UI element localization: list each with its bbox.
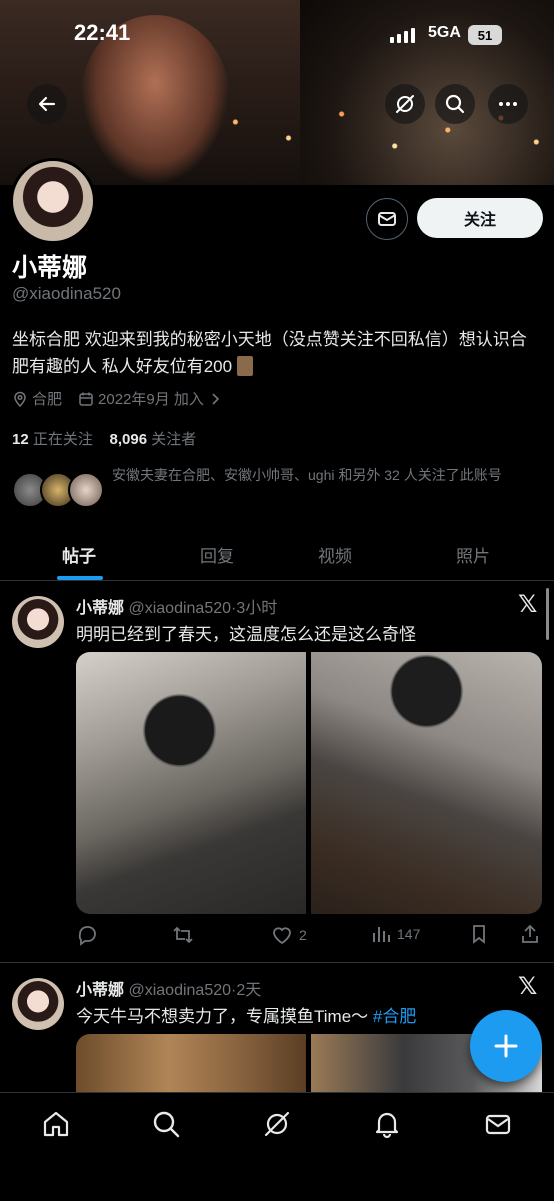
tab-active-indicator [57,576,103,580]
location-icon [14,391,26,407]
views-action[interactable]: 147 [371,924,420,944]
tab-posts[interactable]: 帖子 [62,542,96,567]
tab-videos[interactable]: 视频 [318,542,352,567]
message-button[interactable] [366,198,408,240]
post-text: 今天牛马不想卖力了，专属摸鱼Time～ #合肥 [76,1002,416,1027]
mutual-followers-text: 安徽夫妻在合肥、安徽小帅哥、ughi 和另外 32 人关注了此账号 [112,467,502,483]
post-divider [0,962,554,963]
post-avatar[interactable] [12,596,64,648]
bookmark-icon [473,925,485,944]
more-icon [499,102,517,106]
views-icon [373,927,390,942]
like-action[interactable]: 2 [271,924,307,946]
mail-icon [378,212,396,226]
views-count: 147 [397,926,421,942]
post-handle-time: @xiaodina520·2天 [128,982,262,999]
nav-search[interactable] [151,1109,181,1139]
tab-replies[interactable]: 回复 [200,542,234,567]
status-time: 22:41 [74,20,131,45]
back-arrow-icon [38,96,56,112]
calendar-icon [79,392,93,406]
display-name: 小蒂娜 [12,254,88,282]
joined-text: 2022年9月 加入 [98,391,204,408]
follow-counts: 12 正在关注 8,096 关注者 [12,428,196,449]
following-link[interactable]: 12 正在关注 [12,431,93,448]
hashtag-link[interactable]: #合肥 [373,1007,416,1026]
followers-link[interactable]: 8,096 关注者 [110,431,197,448]
nav-notifications[interactable] [372,1109,402,1139]
post-media[interactable] [76,652,542,914]
reply-action[interactable] [76,924,98,946]
home-icon [43,1111,69,1137]
repost-icon [173,926,193,944]
scrollbar[interactable] [546,588,549,640]
status-bar: 22:41 5GA 51 [0,20,554,56]
following-count: 12 [12,431,29,448]
share-icon [522,924,538,943]
grok-icon [264,1111,290,1137]
more-button[interactable] [488,84,528,124]
reply-icon [78,926,96,946]
nav-messages[interactable] [483,1109,513,1139]
following-label: 正在关注 [32,431,93,448]
post-avatar[interactable] [12,978,64,1030]
chevron-right-icon[interactable] [208,392,222,406]
plus-icon [494,1034,518,1058]
profile-meta: 合肥 2022年9月 加入 [12,388,222,409]
post-header: 小蒂娜 @xiaodina520·3小时 [76,594,277,618]
nav-grok[interactable] [262,1109,292,1139]
x-logo-icon: 𝕏 [518,591,538,618]
bio-text: 坐标合肥 欢迎来到我的秘密小天地（没点赞关注不回私信）想认识合肥有趣的人 私人好… [12,330,527,376]
door-emoji-icon [236,356,253,376]
share-action[interactable] [520,924,540,944]
search-icon [153,1111,180,1138]
grok-icon [396,95,414,113]
mutual-followers[interactable]: 安徽夫妻在合肥、安徽小帅哥、ughi 和另外 32 人关注了此账号 [12,464,542,514]
post-header: 小蒂娜 @xiaodina520·2天 [76,976,261,1000]
followers-count: 8,096 [109,431,148,448]
post-image[interactable] [76,652,306,914]
post-text-body: 今天牛马不想卖力了，专属摸鱼Time～ [76,1007,373,1026]
post-author-name[interactable]: 小蒂娜 [76,982,124,999]
mutual-avatar [68,472,104,508]
followers-label: 关注者 [151,431,197,448]
location-text: 合肥 [32,391,63,408]
notifications-icon [375,1112,399,1139]
nav-home[interactable] [41,1109,71,1139]
follow-button[interactable]: 关注 [417,198,543,238]
handle: @xiaodina520 [12,284,121,303]
post-handle-time: @xiaodina520·3小时 [128,600,278,617]
search-button[interactable] [435,84,475,124]
post-image[interactable] [311,652,542,914]
heart-icon [273,927,291,945]
search-icon [445,94,465,114]
profile-avatar[interactable] [10,158,96,244]
profile-tabs: 帖子 回复 视频 照片 [0,528,554,581]
grok-button[interactable] [385,84,425,124]
x-logo-icon: 𝕏 [518,973,538,1000]
post-author-name[interactable]: 小蒂娜 [76,600,124,617]
compose-button[interactable] [470,1010,542,1082]
bookmark-action[interactable] [469,924,489,944]
signal-icon [390,28,415,43]
like-count: 2 [299,927,307,943]
tab-photos[interactable]: 照片 [456,542,490,567]
post-text: 明明已经到了春天，这温度怎么还是这么奇怪 [76,625,416,644]
network-label: 5GA [428,24,461,41]
bottom-nav [0,1092,554,1201]
post-actions: 2 147 [76,924,542,948]
battery-indicator: 51 [468,25,502,45]
back-button[interactable] [27,84,67,124]
messages-icon [485,1114,511,1135]
repost-action[interactable] [172,924,194,946]
bio: 坐标合肥 欢迎来到我的秘密小天地（没点赞关注不回私信）想认识合肥有趣的人 私人好… [12,326,542,380]
